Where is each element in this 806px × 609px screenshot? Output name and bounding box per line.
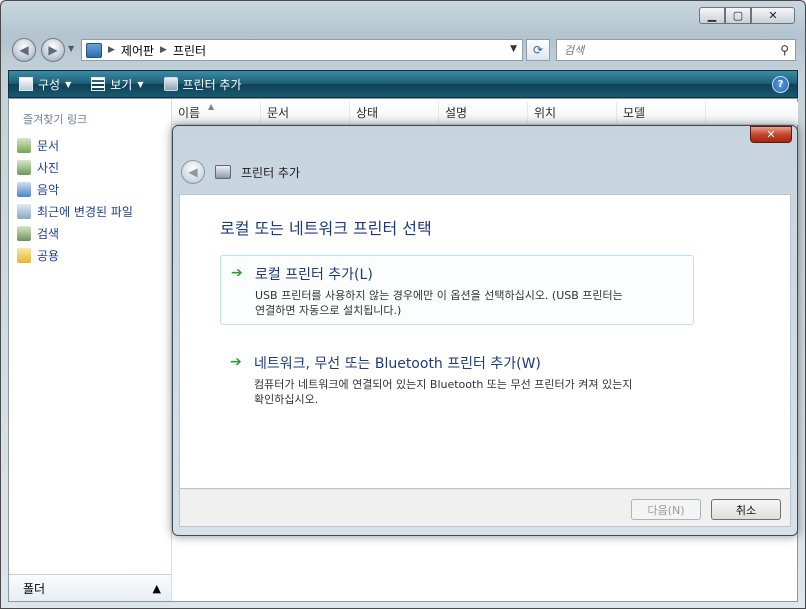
searches-icon: [17, 225, 31, 241]
printer-icon: [215, 165, 231, 179]
public-folder-icon: [17, 247, 31, 263]
add-printer-button[interactable]: 프린터 추가: [154, 71, 252, 97]
add-local-printer-option[interactable]: ➔ 로컬 프린터 추가(L) USB 프린터를 사용하지 않는 경우에만 이 옵…: [220, 255, 694, 325]
nav-item-label: 음악: [37, 182, 60, 197]
chevron-down-icon: ▼: [137, 79, 144, 89]
address-row: ◀ ▶ ▼ ▶ 제어판 ▶ 프린터 ▼ ⟳ ⚲: [1, 36, 806, 64]
refresh-button[interactable]: ⟳: [526, 39, 550, 61]
cancel-button[interactable]: 취소: [711, 499, 781, 520]
refresh-icon: ⟳: [532, 43, 544, 57]
breadcrumb-printers[interactable]: 프린터: [173, 42, 206, 59]
nav-item-recently-changed[interactable]: 최근에 변경된 파일: [17, 200, 133, 222]
control-panel-icon: [86, 42, 102, 58]
option-title: 로컬 프린터 추가(L): [255, 267, 373, 283]
dialog-header: ◀ 프린터 추가: [181, 159, 300, 185]
navigation-pane: 즐겨찾기 링크 문서 사진 음악 최근에 변경된 파일 검색 공용 폴더 ▲: [9, 99, 172, 601]
back-arrow-icon: ◀: [188, 165, 198, 179]
add-network-printer-option[interactable]: ➔ 네트워크, 무선 또는 Bluetooth 프린터 추가(W) 컴퓨터가 네…: [220, 345, 694, 413]
favorite-links-title: 즐겨찾기 링크: [23, 113, 88, 126]
search-input[interactable]: [562, 42, 766, 58]
nav-item-label: 검색: [37, 226, 60, 241]
dialog-back-button[interactable]: ◀: [181, 160, 205, 184]
maximize-button[interactable]: ▢: [725, 7, 751, 24]
help-button[interactable]: ?: [772, 76, 789, 93]
command-toolbar: 구성 ▼ 보기 ▼ 프린터 추가 ?: [8, 70, 798, 98]
address-bar[interactable]: ▶ 제어판 ▶ 프린터 ▼: [81, 39, 523, 61]
views-icon: [91, 77, 106, 91]
views-label: 보기: [110, 77, 133, 92]
dialog-body: 로컬 또는 네트워크 프린터 선택 ➔ 로컬 프린터 추가(L) USB 프린터…: [179, 194, 791, 489]
green-arrow-icon: ➔: [230, 354, 242, 370]
option-description: USB 프린터를 사용하지 않는 경우에만 이 옵션을 선택하십시오. (USB…: [255, 289, 623, 317]
organize-icon: [19, 77, 33, 91]
nav-item-label: 사진: [37, 160, 60, 175]
chevron-up-icon: ▲: [152, 581, 161, 595]
forward-arrow-icon: ▶: [48, 43, 58, 57]
dialog-title: 프린터 추가: [241, 165, 301, 180]
title-bar[interactable]: ▁ ▢ ✕: [1, 1, 805, 31]
address-dropdown-icon[interactable]: ▼: [510, 44, 517, 54]
column-header-description[interactable]: 설명: [439, 102, 528, 124]
breadcrumb-separator-icon: ▶: [160, 45, 167, 55]
folders-toggle[interactable]: 폴더 ▲: [9, 574, 171, 601]
column-header-documents[interactable]: 문서: [261, 102, 350, 124]
nav-item-pictures[interactable]: 사진: [17, 156, 133, 178]
caption-buttons: ▁ ▢ ✕: [699, 7, 795, 24]
printer-icon: [163, 77, 178, 91]
add-printer-dialog: ✕ ◀ 프린터 추가 로컬 또는 네트워크 프린터 선택 ➔ 로컬 프린터 추가…: [172, 125, 798, 536]
search-icon[interactable]: ⚲: [780, 43, 789, 57]
nav-item-searches[interactable]: 검색: [17, 222, 133, 244]
views-button[interactable]: 보기 ▼: [81, 71, 153, 97]
dialog-footer: 다음(N) 취소: [179, 489, 791, 527]
column-header-status[interactable]: 상태: [350, 102, 439, 124]
column-headers: ▲ 이름 문서 상태 설명 위치 모델: [172, 102, 798, 125]
column-header-model[interactable]: 모델: [617, 102, 706, 124]
back-button[interactable]: ◀: [12, 38, 36, 62]
nav-item-public[interactable]: 공용: [17, 244, 133, 266]
recent-files-icon: [17, 203, 31, 219]
dialog-close-button[interactable]: ✕: [750, 126, 792, 143]
option-description: 컴퓨터가 네트워크에 연결되어 있는지 Bluetooth 또는 무선 프린터가…: [254, 378, 633, 406]
organize-label: 구성: [38, 77, 61, 92]
folders-label: 폴더: [23, 581, 46, 596]
documents-icon: [17, 137, 31, 153]
nav-item-label: 공용: [37, 248, 60, 263]
breadcrumb-separator-icon: ▶: [108, 45, 115, 55]
music-icon: [17, 181, 31, 197]
breadcrumb-control-panel[interactable]: 제어판: [121, 42, 154, 59]
minimize-button[interactable]: ▁: [699, 7, 725, 24]
nav-item-music[interactable]: 음악: [17, 178, 133, 200]
pictures-icon: [17, 159, 31, 175]
green-arrow-icon: ➔: [231, 265, 243, 281]
sort-ascending-icon: ▲: [208, 102, 215, 111]
add-printer-label: 프린터 추가: [182, 77, 242, 92]
back-arrow-icon: ◀: [19, 43, 29, 57]
nav-item-documents[interactable]: 문서: [17, 134, 133, 156]
search-box[interactable]: ⚲: [556, 39, 796, 61]
favorite-links-list: 문서 사진 음악 최근에 변경된 파일 검색 공용: [17, 134, 133, 266]
column-header-name[interactable]: ▲ 이름: [172, 102, 261, 124]
next-button[interactable]: 다음(N): [631, 499, 701, 520]
nav-item-label: 문서: [37, 138, 60, 153]
close-button[interactable]: ✕: [751, 7, 795, 24]
option-title: 네트워크, 무선 또는 Bluetooth 프린터 추가(W): [254, 356, 541, 372]
nav-item-label: 최근에 변경된 파일: [37, 204, 133, 219]
column-header-location[interactable]: 위치: [528, 102, 617, 124]
organize-button[interactable]: 구성 ▼: [9, 71, 81, 97]
close-icon: ✕: [766, 128, 776, 141]
chevron-down-icon: ▼: [65, 79, 72, 89]
recent-pages-chevron-icon[interactable]: ▼: [68, 44, 74, 53]
forward-button[interactable]: ▶: [41, 38, 65, 62]
dialog-heading: 로컬 또는 네트워크 프린터 선택: [220, 219, 432, 238]
